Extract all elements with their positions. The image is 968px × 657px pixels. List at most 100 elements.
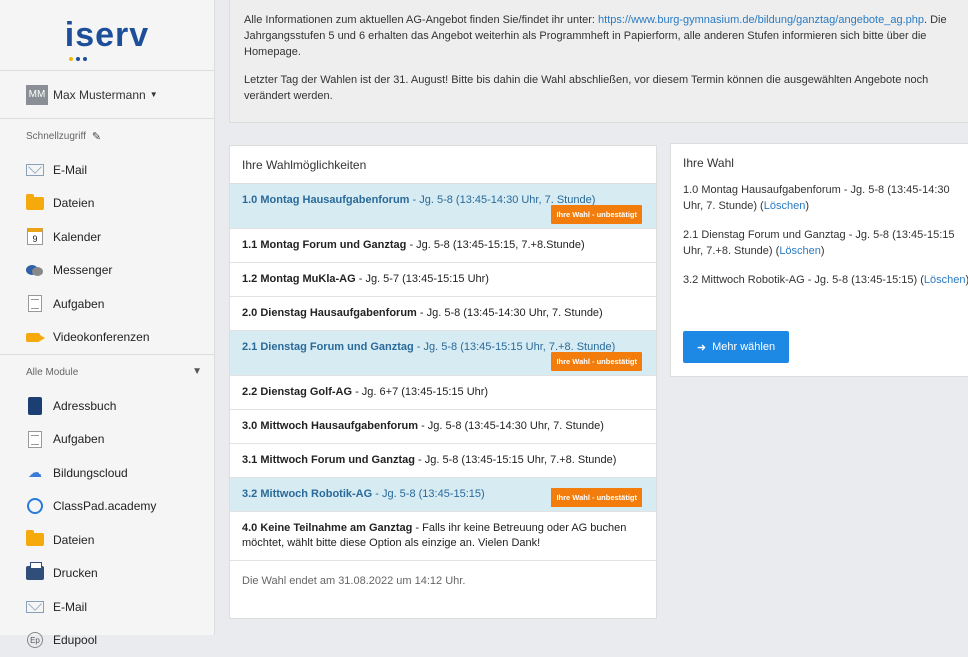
document-icon	[26, 430, 44, 448]
nav-label: Videokonferenzen	[53, 330, 150, 344]
mail-icon	[26, 598, 44, 616]
choices-panel: Ihre Wahlmöglichkeiten 1.0 Montag Hausau…	[229, 145, 657, 619]
pencil-icon[interactable]: ✎	[92, 130, 101, 143]
paren: )	[805, 200, 809, 212]
choice-detail: - Jg. 6+7 (13:45-15:15 Uhr)	[352, 386, 488, 398]
choice-option[interactable]: 1.1 Montag Forum und Ganztag - Jg. 5-8 (…	[230, 229, 656, 263]
folder-icon	[26, 531, 44, 549]
choice-option[interactable]: 2.1 Dienstag Forum und Ganztag - Jg. 5-8…	[230, 331, 656, 376]
quick-item-videokonferenzen[interactable]: Videokonferenzen	[0, 321, 214, 355]
info-link[interactable]: https://www.burg-gymnasium.de/bildung/ga…	[598, 14, 924, 26]
choice-detail: - Jg. 5-8 (13:45-15:15, 7.+8.Stunde)	[406, 239, 584, 251]
choice-name: 2.2 Dienstag Golf-AG	[242, 386, 352, 398]
user-menu[interactable]: MM Max Mustermann ▼	[0, 71, 214, 118]
logo-text: iserv	[65, 16, 149, 55]
sidebar: iserv MM Max Mustermann ▼ Schnellzugriff…	[0, 0, 215, 635]
nav-label: Dateien	[53, 533, 94, 547]
choice-name: 1.1 Montag Forum und Ganztag	[242, 239, 406, 251]
mail-icon	[26, 161, 44, 179]
module-item-drucken[interactable]: Drucken	[0, 557, 214, 591]
choice-detail: - Jg. 5-8 (13:45-15:15)	[372, 488, 485, 500]
choice-detail: - Jg. 5-8 (13:45-14:30 Uhr, 7. Stunde)	[417, 307, 603, 319]
info-text: Alle Informationen zum aktuellen AG-Ange…	[244, 14, 598, 26]
quick-item-kalender[interactable]: 9 Kalender	[0, 220, 214, 254]
selection-panel: Ihre Wahl 1.0 Montag Hausaufgabenforum -…	[670, 143, 968, 377]
choice-option[interactable]: 3.0 Mittwoch Hausaufgabenforum - Jg. 5-8…	[230, 410, 656, 444]
quick-item-messenger[interactable]: Messenger	[0, 254, 214, 288]
folder-icon	[26, 194, 44, 212]
video-icon	[26, 328, 44, 346]
choice-name: 1.2 Montag MuKla-AG	[242, 273, 356, 285]
logo[interactable]: iserv	[0, 0, 214, 70]
nav-label: Aufgaben	[53, 297, 104, 311]
caret-down-icon: ▼	[150, 90, 158, 99]
choice-option[interactable]: 1.0 Montag Hausaufgabenforum - Jg. 5-8 (…	[230, 184, 656, 229]
nav-label: ClassPad.academy	[53, 499, 156, 513]
all-modules-header[interactable]: Alle Module ▼	[0, 355, 214, 389]
delete-link[interactable]: Löschen	[779, 245, 821, 257]
choice-detail: - Jg. 5-8 (13:45-15:15 Uhr, 7.+8. Stunde…	[415, 454, 616, 466]
info-paragraph-2: Letzter Tag der Wahlen ist der 31. Augus…	[244, 72, 968, 104]
unconfirmed-badge: Ihre Wahl - unbestätigt	[551, 352, 642, 371]
all-modules-label: Alle Module	[26, 367, 78, 378]
choice-name: 1.0 Montag Hausaufgabenforum	[242, 194, 409, 206]
avatar: MM	[26, 85, 48, 105]
quick-item-e-mail[interactable]: E-Mail	[0, 153, 214, 187]
choice-name: 2.0 Dienstag Hausaufgabenforum	[242, 307, 417, 319]
calendar-icon: 9	[26, 228, 44, 246]
nav-label: Messenger	[53, 263, 112, 277]
selection-item: 3.2 Mittwoch Robotik-AG - Jg. 5-8 (13:45…	[671, 272, 968, 288]
info-box: Alle Informationen zum aktuellen AG-Ange…	[229, 0, 968, 123]
module-list: Adressbuch Aufgaben ☁Bildungscloud ClassPad…	[0, 389, 214, 657]
main-content: Alle Informationen zum aktuellen AG-Ange…	[215, 0, 968, 635]
quick-item-dateien[interactable]: Dateien	[0, 187, 214, 221]
paren: )	[821, 245, 825, 257]
choose-more-label: Mehr wählen	[712, 341, 775, 353]
module-item-edupool[interactable]: Ep Edupool	[0, 624, 214, 657]
selection-text: 1.0 Montag Hausaufgabenforum - Jg. 5-8 (…	[683, 184, 950, 212]
module-item-classpad-academy[interactable]: ClassPad.academy	[0, 490, 214, 524]
nav-label: Drucken	[53, 566, 98, 580]
choice-name: 3.1 Mittwoch Forum und Ganztag	[242, 454, 415, 466]
choice-option[interactable]: 2.2 Dienstag Golf-AG - Jg. 6+7 (13:45-15…	[230, 376, 656, 410]
choices-title: Ihre Wahlmöglichkeiten	[230, 146, 656, 184]
unconfirmed-badge: Ihre Wahl - unbestätigt	[551, 205, 642, 224]
arrow-right-icon: ➜	[697, 341, 706, 354]
quick-access-list: E-Mail Dateien 9 Kalender Messenger Aufgaben V…	[0, 153, 214, 354]
choice-option[interactable]: 2.0 Dienstag Hausaufgabenforum - Jg. 5-8…	[230, 297, 656, 331]
choice-name: 3.2 Mittwoch Robotik-AG	[242, 488, 372, 500]
choice-option[interactable]: 3.2 Mittwoch Robotik-AG - Jg. 5-8 (13:45…	[230, 478, 656, 512]
nav-label: Aufgaben	[53, 432, 104, 446]
edupool-icon: Ep	[26, 631, 44, 649]
quick-access-header: Schnellzugriff ✎	[0, 119, 214, 153]
module-item-dateien[interactable]: Dateien	[0, 523, 214, 557]
delete-link[interactable]: Löschen	[924, 274, 966, 286]
module-item-e-mail[interactable]: E-Mail	[0, 590, 214, 624]
nav-label: Adressbuch	[53, 399, 116, 413]
nav-label: Kalender	[53, 230, 101, 244]
quick-access-label: Schnellzugriff	[26, 131, 86, 142]
nav-label: Dateien	[53, 196, 94, 210]
module-item-bildungscloud[interactable]: ☁Bildungscloud	[0, 456, 214, 490]
choose-more-button[interactable]: ➜ Mehr wählen	[683, 331, 789, 363]
delete-link[interactable]: Löschen	[764, 200, 806, 212]
module-item-aufgaben[interactable]: Aufgaben	[0, 423, 214, 457]
nav-label: Edupool	[53, 633, 97, 647]
book-icon	[26, 397, 44, 415]
quick-item-aufgaben[interactable]: Aufgaben	[0, 287, 214, 321]
classpad-icon	[26, 497, 44, 515]
choices-list: 1.0 Montag Hausaufgabenforum - Jg. 5-8 (…	[230, 184, 656, 561]
choice-option[interactable]: 1.2 Montag MuKla-AG - Jg. 5-7 (13:45-15:…	[230, 263, 656, 297]
selection-item: 2.1 Dienstag Forum und Ganztag - Jg. 5-8…	[671, 227, 968, 259]
choice-detail: - Jg. 5-8 (13:45-14:30 Uhr, 7. Stunde)	[418, 420, 604, 432]
document-icon	[26, 295, 44, 313]
choice-name: 3.0 Mittwoch Hausaufgabenforum	[242, 420, 418, 432]
printer-icon	[26, 564, 44, 582]
nav-label: E-Mail	[53, 163, 87, 177]
choice-name: 2.1 Dienstag Forum und Ganztag	[242, 341, 414, 353]
selection-text: 3.2 Mittwoch Robotik-AG - Jg. 5-8 (13:45…	[683, 274, 924, 286]
selection-title: Ihre Wahl	[671, 144, 968, 182]
module-item-adressbuch[interactable]: Adressbuch	[0, 389, 214, 423]
choice-option[interactable]: 3.1 Mittwoch Forum und Ganztag - Jg. 5-8…	[230, 444, 656, 478]
choice-option[interactable]: 4.0 Keine Teilnahme am Ganztag - Falls i…	[230, 512, 656, 561]
